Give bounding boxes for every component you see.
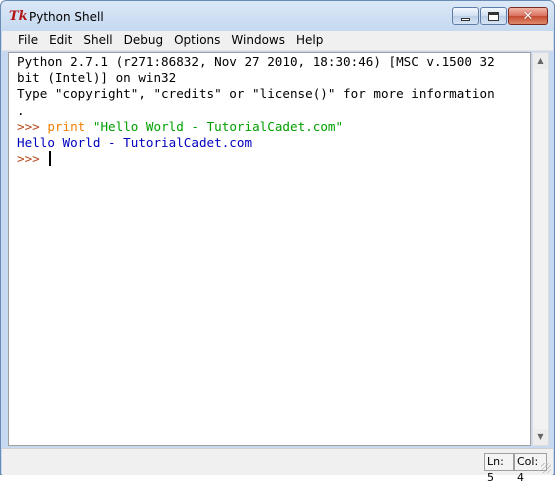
text-cursor: [49, 151, 52, 167]
python-shell-window: Tk Python Shell ✕ File Edit Shell Debug …: [0, 0, 555, 484]
minimize-icon: [461, 17, 470, 21]
menu-bar: File Edit Shell Debug Options Windows He…: [2, 31, 553, 51]
banner-line: .: [17, 102, 25, 118]
banner-line: Python 2.7.1 (r271:86832, Nov 27 2010, 1…: [17, 54, 495, 69]
shell-text-area[interactable]: Python 2.7.1 (r271:86832, Nov 27 2010, 1…: [8, 52, 531, 446]
print-keyword: print: [47, 118, 86, 134]
active-prompt: >>>: [17, 151, 48, 167]
tk-feather-icon: Tk: [9, 9, 28, 24]
title-bar[interactable]: Tk Python Shell ✕: [1, 1, 554, 31]
prompt: >>>: [17, 118, 48, 134]
menu-options[interactable]: Options: [168, 31, 225, 50]
menu-help[interactable]: Help: [290, 31, 328, 50]
menu-edit[interactable]: Edit: [43, 31, 77, 50]
vertical-scrollbar[interactable]: ▲ ▼: [532, 52, 549, 446]
scroll-down-icon[interactable]: ▼: [533, 429, 548, 445]
minimize-button[interactable]: [452, 7, 479, 25]
close-button[interactable]: ✕: [508, 7, 548, 25]
program-output: Hello World - TutorialCadet.com: [17, 135, 253, 151]
string-literal: "Hello World - TutorialCadet.com": [92, 118, 344, 134]
scroll-up-icon[interactable]: ▲: [533, 53, 548, 69]
maximize-button[interactable]: [480, 7, 507, 25]
shell-output: Python 2.7.1 (r271:86832, Nov 27 2010, 1…: [17, 54, 530, 167]
banner-line: bit (Intel)] on win32: [17, 70, 177, 86]
maximize-icon: [488, 11, 499, 21]
window-title: Python Shell: [29, 10, 104, 24]
close-icon: ✕: [522, 8, 534, 24]
menu-file[interactable]: File: [2, 31, 43, 50]
menu-shell[interactable]: Shell: [77, 31, 117, 50]
line-number-status: Ln: 5: [484, 453, 514, 484]
menu-windows[interactable]: Windows: [225, 31, 290, 50]
resize-grip-icon[interactable]: [541, 463, 551, 473]
status-bar: Ln: 5 Col: 4: [2, 448, 553, 484]
banner-line: Type "copyright", "credits" or "license(…: [17, 86, 495, 102]
menu-debug[interactable]: Debug: [118, 31, 168, 50]
